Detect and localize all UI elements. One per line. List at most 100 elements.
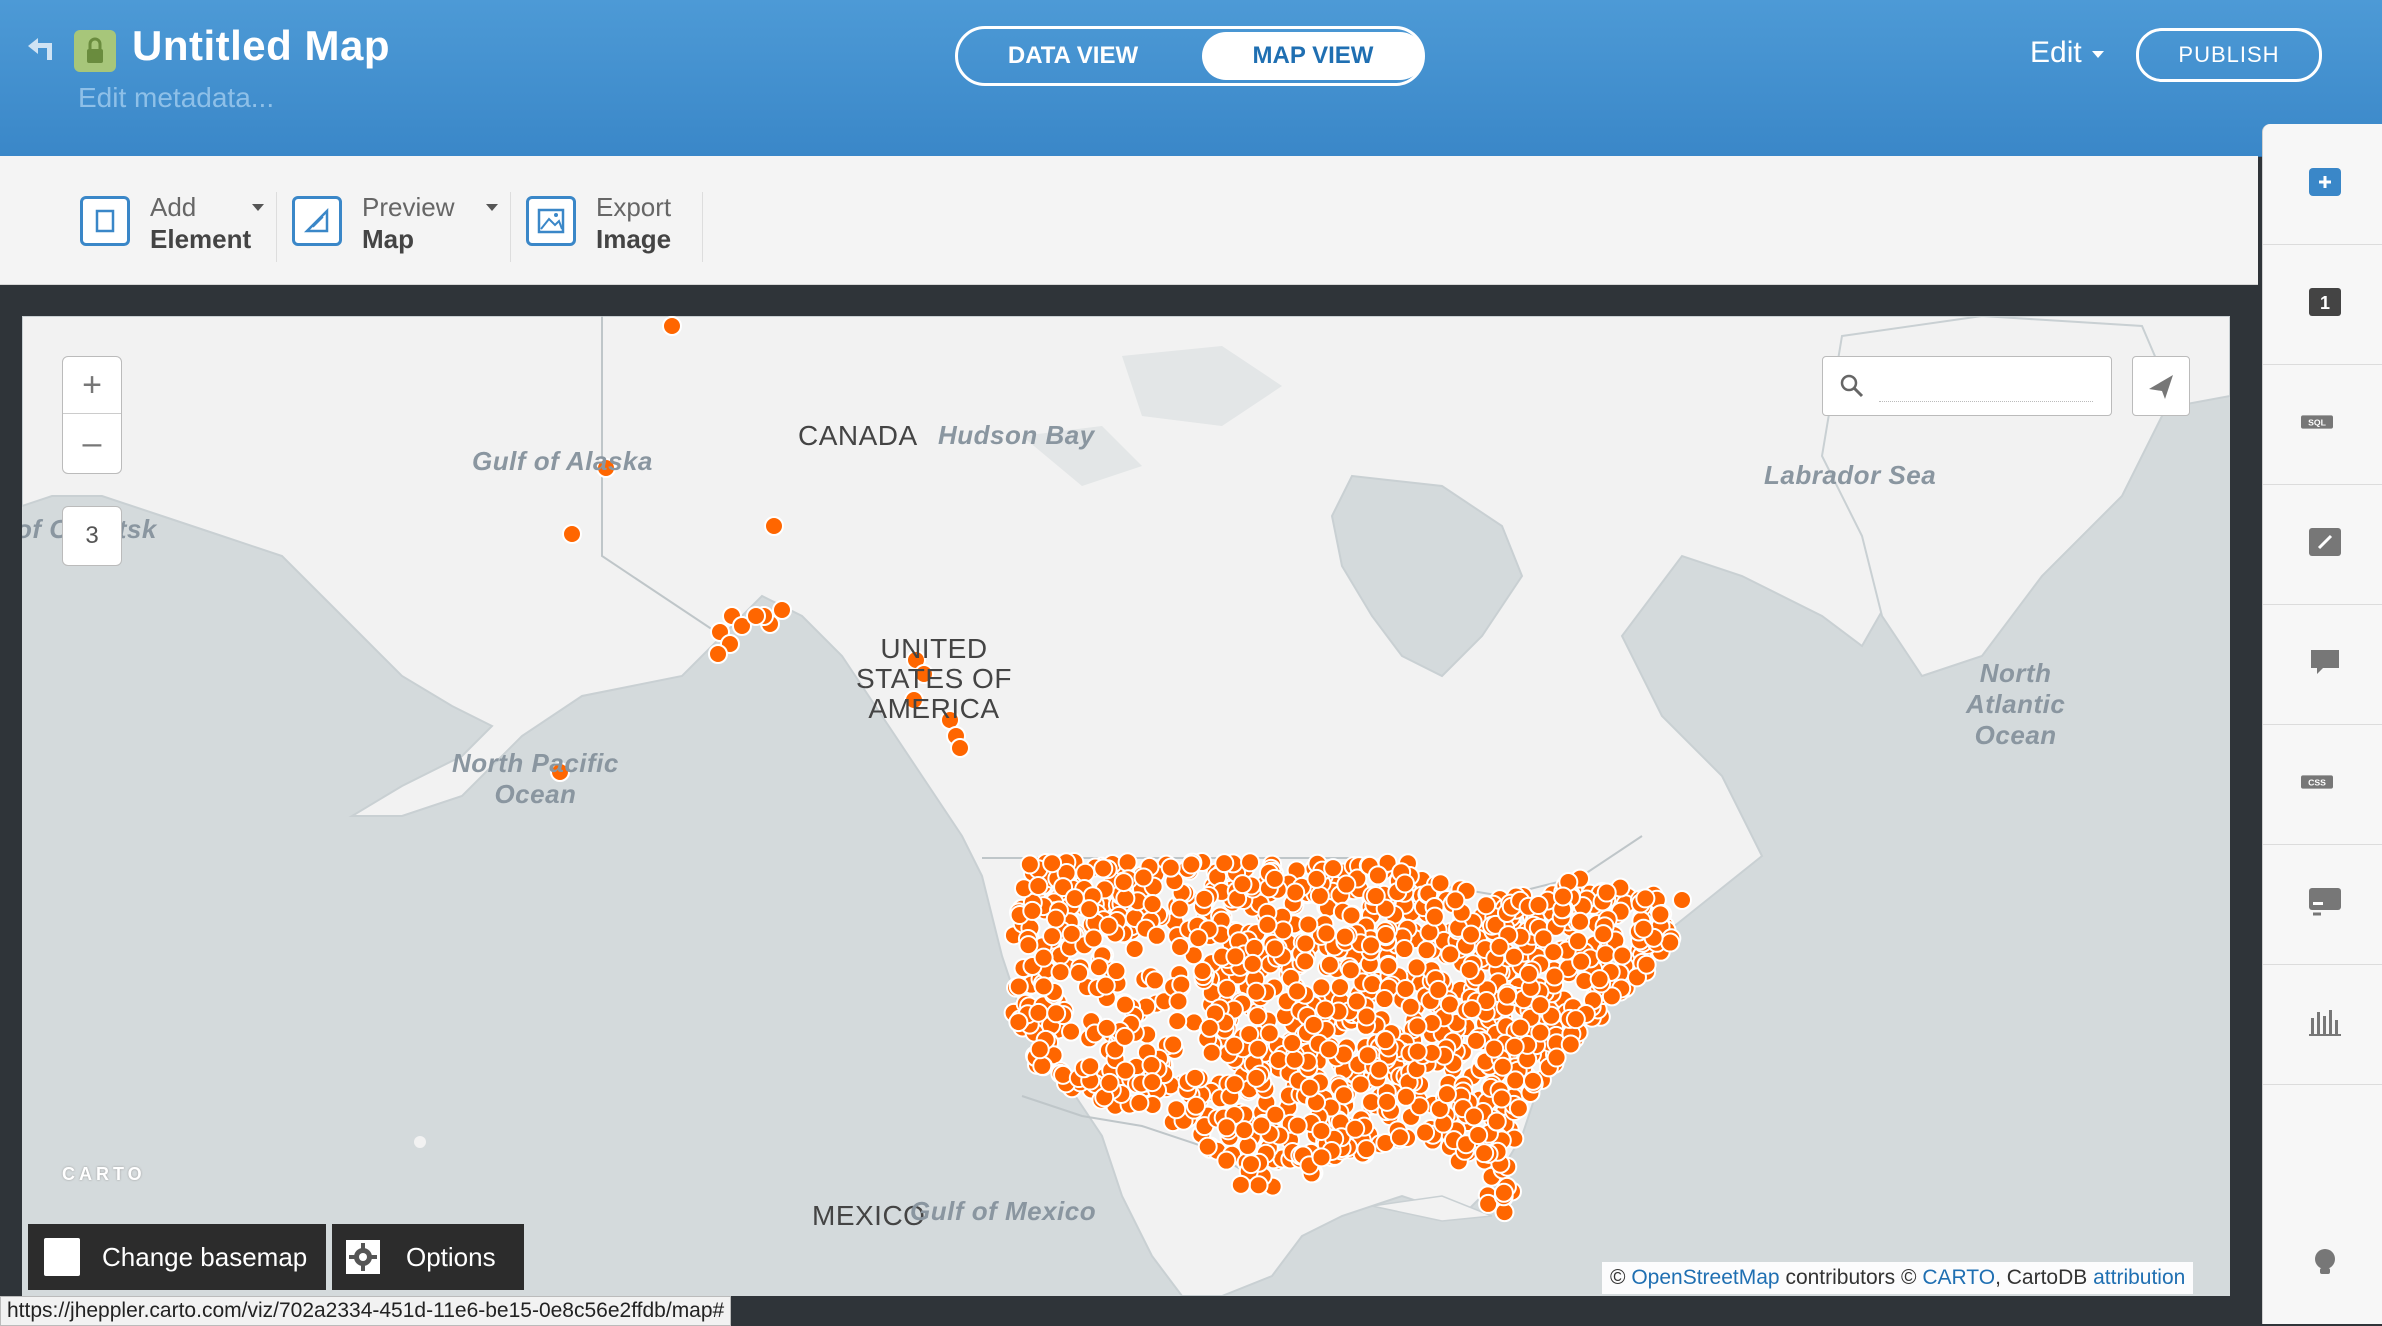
map-marker[interactable] [1287,981,1308,1002]
map-marker[interactable] [1415,1122,1436,1143]
map-marker[interactable] [1217,978,1238,999]
attribution-link[interactable]: attribution [2093,1266,2185,1289]
map-marker[interactable] [1287,1115,1308,1136]
map-marker[interactable] [1295,951,1316,972]
map-marker[interactable] [1113,872,1134,893]
map-marker[interactable] [1311,1147,1332,1168]
map-marker[interactable] [1436,1084,1457,1105]
map-marker[interactable] [1589,969,1610,990]
map-marker[interactable] [1259,1023,1280,1044]
map-marker[interactable] [1295,933,1316,954]
widgets-tab[interactable] [2263,964,2382,1085]
map-marker[interactable] [1315,999,1336,1020]
map-marker[interactable] [1008,976,1029,997]
map-marker[interactable] [1115,888,1136,909]
map-marker[interactable] [1240,852,1261,873]
map-marker[interactable] [1340,960,1361,981]
map-marker[interactable] [1284,1049,1305,1070]
wizard-tab[interactable] [2263,484,2382,605]
privacy-lock-icon[interactable] [74,30,116,72]
map-marker[interactable] [1319,1039,1340,1060]
map-marker[interactable] [1216,1150,1237,1171]
map-marker[interactable] [1476,895,1497,916]
map-marker[interactable] [950,738,970,758]
zoom-in-button[interactable]: + [63,357,121,414]
map-view-tab[interactable]: MAP VIEW [1202,32,1424,80]
map-marker[interactable] [1075,862,1096,883]
map-marker[interactable] [1141,1055,1162,1076]
map-marker[interactable] [1508,1098,1529,1119]
map-marker[interactable] [1329,977,1350,998]
openstreetmap-link[interactable]: OpenStreetMap [1631,1266,1779,1289]
map-marker[interactable] [1346,991,1367,1012]
map-marker[interactable] [1251,1115,1272,1136]
map-marker[interactable] [1565,1009,1586,1030]
map-marker[interactable] [1188,928,1209,949]
map-marker[interactable] [1311,977,1332,998]
map-marker[interactable] [1546,1047,1567,1068]
map-marker[interactable] [1394,873,1415,894]
map-marker[interactable] [1416,940,1437,961]
map-marker[interactable] [1117,852,1138,873]
add-layer-tab[interactable] [2263,124,2382,245]
map-marker[interactable] [1224,1074,1245,1095]
change-basemap-button[interactable]: Change basemap [28,1224,326,1290]
map-marker[interactable] [1115,994,1136,1015]
map-marker[interactable] [1214,853,1235,874]
map-marker[interactable] [1019,854,1040,875]
map-marker[interactable] [562,524,582,544]
map-marker[interactable] [1232,874,1253,895]
map-marker[interactable] [1407,1041,1428,1062]
help-tab[interactable] [2263,1204,2382,1324]
map-marker[interactable] [1129,1092,1150,1113]
map-marker[interactable] [1257,914,1278,935]
map-marker[interactable] [1424,906,1445,927]
map-marker[interactable] [1461,999,1482,1020]
map-marker[interactable] [1350,1074,1371,1095]
map-marker[interactable] [1142,1072,1163,1093]
map-marker[interactable] [1345,1118,1366,1139]
geolocate-button[interactable] [2132,356,2190,416]
map-marker[interactable] [1080,1056,1101,1077]
map-marker[interactable] [1445,890,1466,911]
map-marker[interactable] [1098,915,1119,936]
map-marker[interactable] [1201,1042,1222,1063]
map-marker[interactable] [1356,1139,1377,1160]
legend-tab[interactable] [2263,844,2382,965]
map-marker[interactable] [1168,991,1189,1012]
map-marker[interactable] [1093,858,1114,879]
map-marker[interactable] [1264,868,1285,889]
back-arrow-icon[interactable] [22,30,62,70]
map-marker[interactable] [1303,1014,1324,1035]
map-marker[interactable] [1247,1006,1268,1027]
map-marker[interactable] [1552,886,1573,907]
map-marker[interactable] [1240,1154,1261,1175]
map-marker[interactable] [1395,1086,1416,1107]
infowindow-tab[interactable] [2263,604,2382,725]
edit-metadata-link[interactable]: Edit metadata... [78,82,274,114]
map-marker[interactable] [1160,857,1181,878]
map-marker[interactable] [1171,974,1192,995]
map-marker[interactable] [1430,873,1451,894]
map-search-input[interactable] [1879,371,2093,402]
map-marker[interactable] [1570,911,1591,932]
map-marker[interactable] [1133,867,1154,888]
map-marker[interactable] [1316,923,1337,944]
map-marker[interactable] [1282,1033,1303,1054]
map-marker[interactable] [1341,905,1362,926]
map-marker[interactable] [1492,1056,1513,1077]
map-marker[interactable] [1064,888,1085,909]
map-marker[interactable] [1142,894,1163,915]
map-marker[interactable] [1018,935,1039,956]
map-marker[interactable] [1323,858,1344,879]
map-marker[interactable] [1146,925,1167,946]
map-marker[interactable] [1474,1143,1495,1164]
carto-link[interactable]: CARTO [1922,1266,1995,1289]
map-marker[interactable] [1186,1095,1207,1116]
add-element-button[interactable]: Add Element [80,192,270,254]
map-marker[interactable] [1543,942,1564,963]
map-marker[interactable] [1170,936,1191,957]
map-marker[interactable] [1484,1038,1505,1059]
sql-tab[interactable]: SQL [2263,364,2382,485]
data-view-tab[interactable]: DATA VIEW [958,29,1188,83]
